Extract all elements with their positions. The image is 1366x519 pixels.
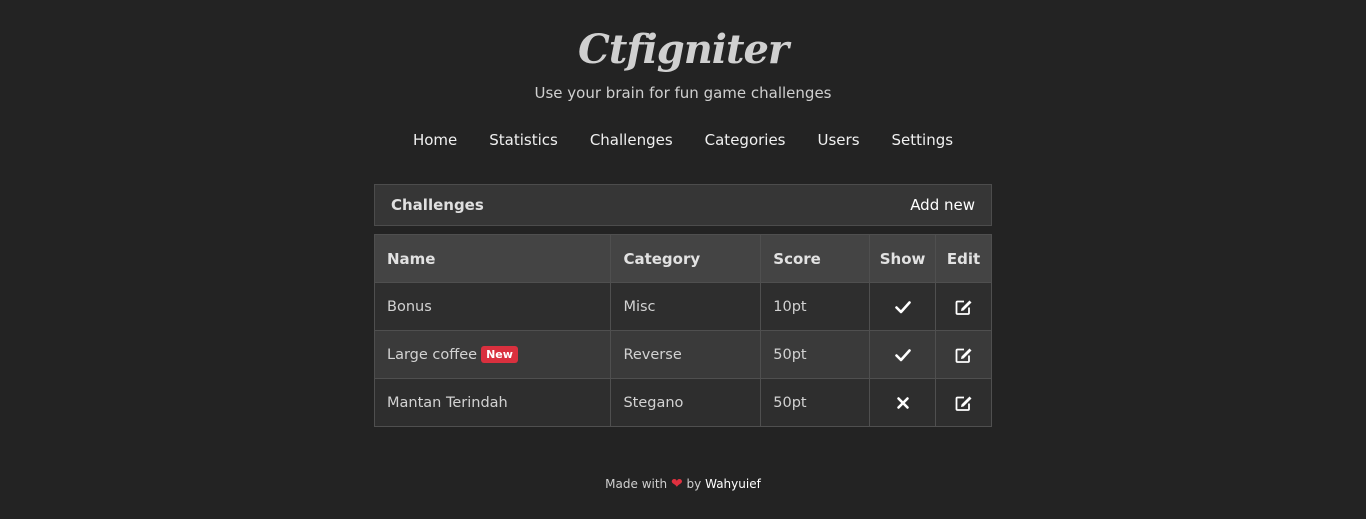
site-tagline: Use your brain for fun game challenges <box>534 84 832 102</box>
challenge-category: Misc <box>610 282 762 331</box>
column-header-edit: Edit <box>935 234 992 283</box>
edit-cell <box>935 330 992 379</box>
check-icon[interactable] <box>894 299 911 315</box>
column-header-name: Name <box>373 234 612 283</box>
nav-item-statistics[interactable]: Statistics <box>473 129 574 151</box>
challenges-table: Name Category Score Show Edit Bonus Misc… <box>373 234 992 427</box>
footer-by: by <box>686 477 702 491</box>
check-icon[interactable] <box>894 347 911 363</box>
edit-cell <box>935 282 992 331</box>
nav-item-users[interactable]: Users <box>802 129 876 151</box>
challenge-name-cell: Bonus <box>373 282 612 331</box>
edit-cell <box>935 378 992 427</box>
times-icon[interactable] <box>896 396 910 410</box>
footer: Made with ❤ by Wahyuief <box>0 476 1366 492</box>
challenge-name: Mantan Terindah <box>387 394 508 411</box>
challenge-score: 50pt <box>760 378 871 427</box>
challenge-name-cell: Large coffee New <box>373 330 612 379</box>
edit-icon[interactable] <box>955 347 973 363</box>
show-cell <box>869 330 937 379</box>
nav-item-home[interactable]: Home <box>397 129 473 151</box>
footer-author-link[interactable]: Wahyuief <box>705 477 761 491</box>
site-logo[interactable]: Ctfigniter <box>0 22 1366 78</box>
main-nav: Home Statistics Challenges Categories Us… <box>0 129 1366 151</box>
challenge-score: 10pt <box>760 282 871 331</box>
panel-title: Challenges <box>391 196 484 214</box>
show-cell <box>869 378 937 427</box>
table-row: Bonus Misc 10pt <box>373 282 992 331</box>
nav-item-challenges[interactable]: Challenges <box>574 129 689 151</box>
column-header-score: Score <box>760 234 871 283</box>
new-badge: New <box>481 346 518 363</box>
challenge-name: Large coffee <box>387 347 478 363</box>
footer-made-with: Made with <box>605 477 668 491</box>
challenge-score: 50pt <box>760 330 871 379</box>
challenge-category: Stegano <box>610 378 762 427</box>
nav-item-categories[interactable]: Categories <box>689 129 802 151</box>
column-header-category: Category <box>610 234 762 283</box>
heart-icon: ❤ <box>670 476 683 492</box>
table-row: Mantan Terindah Stegano 50pt <box>373 378 992 427</box>
challenge-name: Bonus <box>387 298 432 315</box>
table-header-row: Name Category Score Show Edit <box>373 234 992 283</box>
challenge-name-cell: Mantan Terindah <box>373 378 612 427</box>
edit-icon[interactable] <box>955 395 973 411</box>
table-row: Large coffee New Reverse 50pt <box>373 330 992 379</box>
challenges-panel-header: Challenges Add new <box>374 184 992 226</box>
nav-item-settings[interactable]: Settings <box>876 129 970 151</box>
edit-icon[interactable] <box>955 299 973 315</box>
challenge-category: Reverse <box>610 330 762 379</box>
page: Ctfigniter Use your brain for fun game c… <box>0 0 1366 519</box>
add-new-button[interactable]: Add new <box>910 196 975 214</box>
column-header-show: Show <box>869 234 937 283</box>
show-cell <box>869 282 937 331</box>
